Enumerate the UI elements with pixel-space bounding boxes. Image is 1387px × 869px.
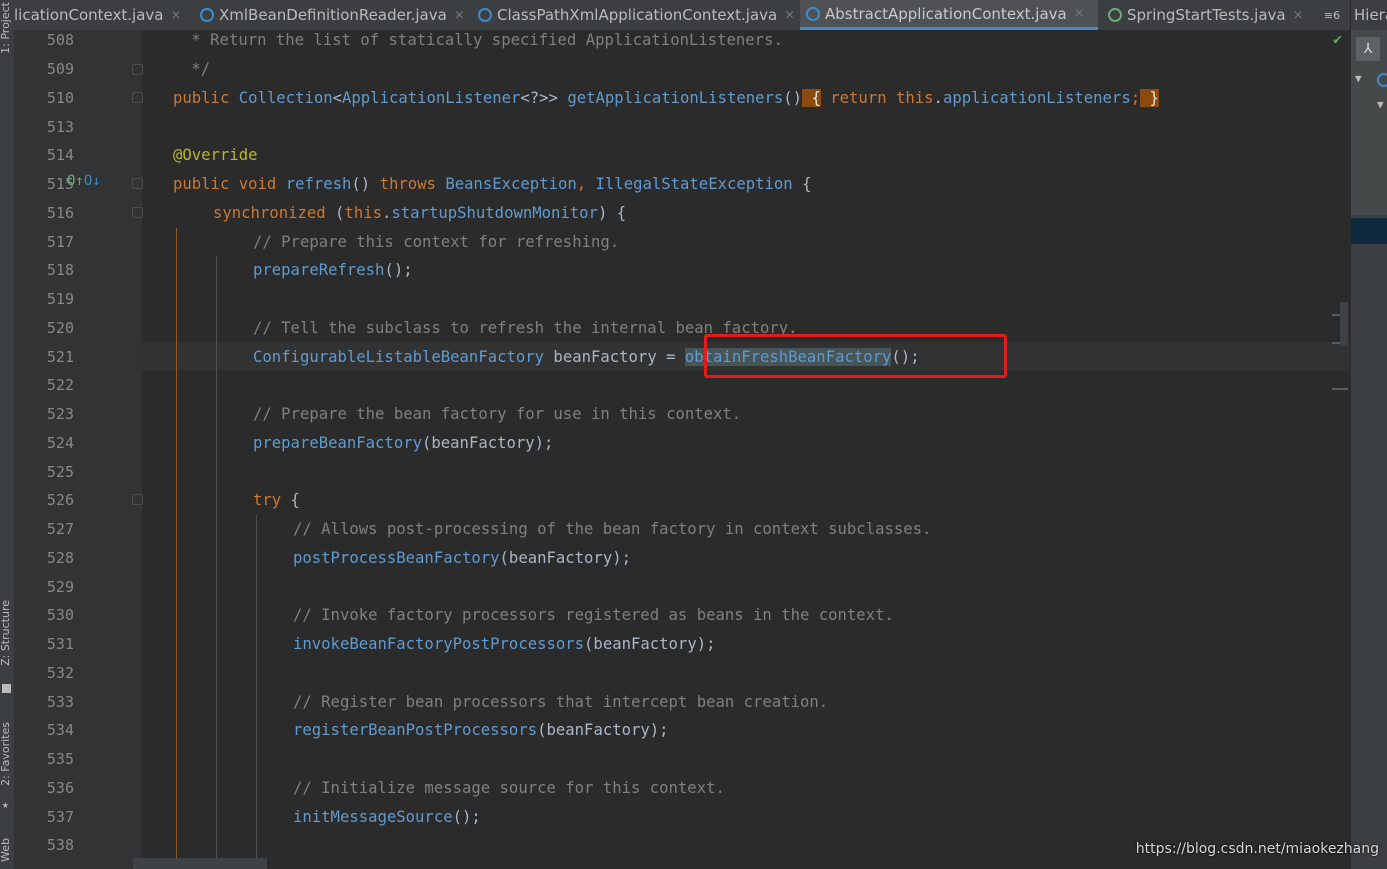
line-number: 523 xyxy=(46,405,74,423)
tab-label: SpringStartTests.java xyxy=(1127,6,1286,24)
line-number: 534 xyxy=(46,721,74,739)
class-icon xyxy=(1377,73,1387,87)
code-line-531: invokeBeanFactoryPostProcessors(beanFact… xyxy=(293,635,716,653)
web-tool-tab[interactable]: Web xyxy=(0,838,13,862)
line-number: 508 xyxy=(46,31,74,49)
indent-guide xyxy=(176,228,177,869)
code-line-523: // Prepare the bean factory for use in t… xyxy=(253,405,742,423)
favorites-tool-tab[interactable]: 2: Favorites xyxy=(0,722,13,786)
code-line-530: // Invoke factory processors registered … xyxy=(293,606,894,624)
vertical-scrollbar-thumb[interactable] xyxy=(1340,302,1348,346)
code-line-518: prepareRefresh(); xyxy=(253,261,413,279)
code-line-534: registerBeanPostProcessors(beanFactory); xyxy=(293,721,669,739)
line-number: 518 xyxy=(46,261,74,279)
line-number: 536 xyxy=(46,779,74,797)
line-number: 520 xyxy=(46,319,74,337)
hierarchy-toolbar: ⅄ xyxy=(1351,30,1387,215)
code-line-537: initMessageSource(); xyxy=(293,808,481,826)
line-number: 528 xyxy=(46,549,74,567)
override-marker-icon[interactable]: O↑ xyxy=(67,173,84,189)
tab-spring-start-tests[interactable]: SpringStartTests.java × xyxy=(1102,0,1312,30)
code-line-509: */ xyxy=(182,60,211,78)
spring-class-icon xyxy=(1108,8,1122,22)
line-number: 519 xyxy=(46,290,74,308)
annotation-highlight-box xyxy=(704,334,1007,378)
line-number: 517 xyxy=(46,233,74,251)
code-line-517: // Prepare this context for refreshing. xyxy=(253,233,620,251)
line-number: 513 xyxy=(46,118,74,136)
star-icon: ★ xyxy=(2,798,9,811)
hierarchy-selected-row[interactable] xyxy=(1351,218,1387,244)
code-line-515: public void refresh() throws BeansExcept… xyxy=(173,175,812,193)
tab-classpath-xml-application-context[interactable]: ClassPathXmlApplicationContext.java × xyxy=(472,0,798,30)
line-number: 538 xyxy=(46,836,74,854)
tab-label: XmlBeanDefinitionReader.java xyxy=(219,6,447,24)
class-icon xyxy=(478,8,492,22)
line-number: 537 xyxy=(46,808,74,826)
code-line-510: public Collection<ApplicationListener<?>… xyxy=(173,89,1159,107)
left-tool-strip: 1: Project Z: Structure 2: Favorites ★ W… xyxy=(0,0,15,869)
line-number: 526 xyxy=(46,491,74,509)
code-line-516: synchronized (this.startupShutdownMonito… xyxy=(213,204,627,222)
hierarchy-panel: Hiera ⅄ ▼ ▼ xyxy=(1350,0,1387,869)
abstract-class-icon xyxy=(806,6,820,21)
scroll-marker[interactable] xyxy=(1332,388,1348,390)
line-number: 522 xyxy=(46,376,74,394)
line-number: 531 xyxy=(46,635,74,653)
code-line-526: try { xyxy=(253,491,300,509)
hierarchy-title: Hiera xyxy=(1354,6,1387,24)
line-number: 510 xyxy=(46,89,74,107)
implemented-marker-icon[interactable]: O↓ xyxy=(84,173,101,189)
close-icon[interactable]: × xyxy=(1293,8,1304,23)
indent-guide xyxy=(256,515,257,869)
line-number: 516 xyxy=(46,204,74,222)
line-number: 533 xyxy=(46,693,74,711)
structure-icon xyxy=(2,684,11,693)
code-line-527: // Allows post-processing of the bean fa… xyxy=(293,520,932,538)
class-icon xyxy=(200,8,214,22)
line-number: 514 xyxy=(46,146,74,164)
code-line-524: prepareBeanFactory(beanFactory); xyxy=(253,434,554,452)
horizontal-scrollbar-thumb[interactable] xyxy=(133,858,267,869)
close-icon[interactable]: × xyxy=(454,8,465,23)
line-number: 530 xyxy=(46,606,74,624)
code-line-514: @Override xyxy=(173,146,258,164)
indent-guide xyxy=(216,256,217,869)
tab-abstract-application-context[interactable]: AbstractApplicationContext.java × xyxy=(800,0,1098,30)
code-line-528: postProcessBeanFactory(beanFactory); xyxy=(293,549,631,567)
line-number: 529 xyxy=(46,578,74,596)
line-number: 532 xyxy=(46,664,74,682)
gutter-markers: O↑O↓ xyxy=(67,173,101,189)
tab-overflow-menu[interactable]: ≡6 xyxy=(1314,0,1350,30)
code-editor[interactable]: * Return the list of statically specifie… xyxy=(142,30,1350,869)
line-number: 527 xyxy=(46,520,74,538)
structure-tool-tab[interactable]: Z: Structure xyxy=(0,600,13,666)
code-line-508: * Return the list of statically specifie… xyxy=(182,31,783,49)
line-number: 521 xyxy=(46,348,74,366)
line-number: 525 xyxy=(46,463,74,481)
watermark-text: https://blog.csdn.net/miaokezhang xyxy=(1135,841,1379,857)
code-line-536: // Initialize message source for this co… xyxy=(293,779,725,797)
close-icon[interactable]: × xyxy=(784,8,795,23)
line-number: 524 xyxy=(46,434,74,452)
inspection-ok-icon[interactable]: ✔ xyxy=(1333,30,1342,48)
project-tool-tab[interactable]: 1: Project xyxy=(0,2,13,54)
expand-arrow-icon[interactable]: ▼ xyxy=(1355,72,1362,85)
close-icon[interactable]: × xyxy=(1074,6,1085,21)
line-number: 535 xyxy=(46,750,74,768)
expand-arrow-icon[interactable]: ▼ xyxy=(1377,98,1384,111)
hierarchy-type-icon[interactable]: ⅄ xyxy=(1356,37,1380,61)
code-line-533: // Register bean processors that interce… xyxy=(293,693,829,711)
editor-tab-bar: licationContext.java × XmlBeanDefinition… xyxy=(14,0,1350,31)
tab-label: licationContext.java xyxy=(14,6,164,24)
editor-gutter: 508 509 510 513 514 515 516 517 518 519 … xyxy=(14,30,143,869)
tab-label: ClassPathXmlApplicationContext.java xyxy=(497,6,778,24)
close-icon[interactable]: × xyxy=(170,8,181,23)
line-number: 509 xyxy=(46,60,74,78)
tab-xml-bean-definition-reader[interactable]: XmlBeanDefinitionReader.java × xyxy=(194,0,470,30)
tab-label: AbstractApplicationContext.java xyxy=(825,4,1067,23)
